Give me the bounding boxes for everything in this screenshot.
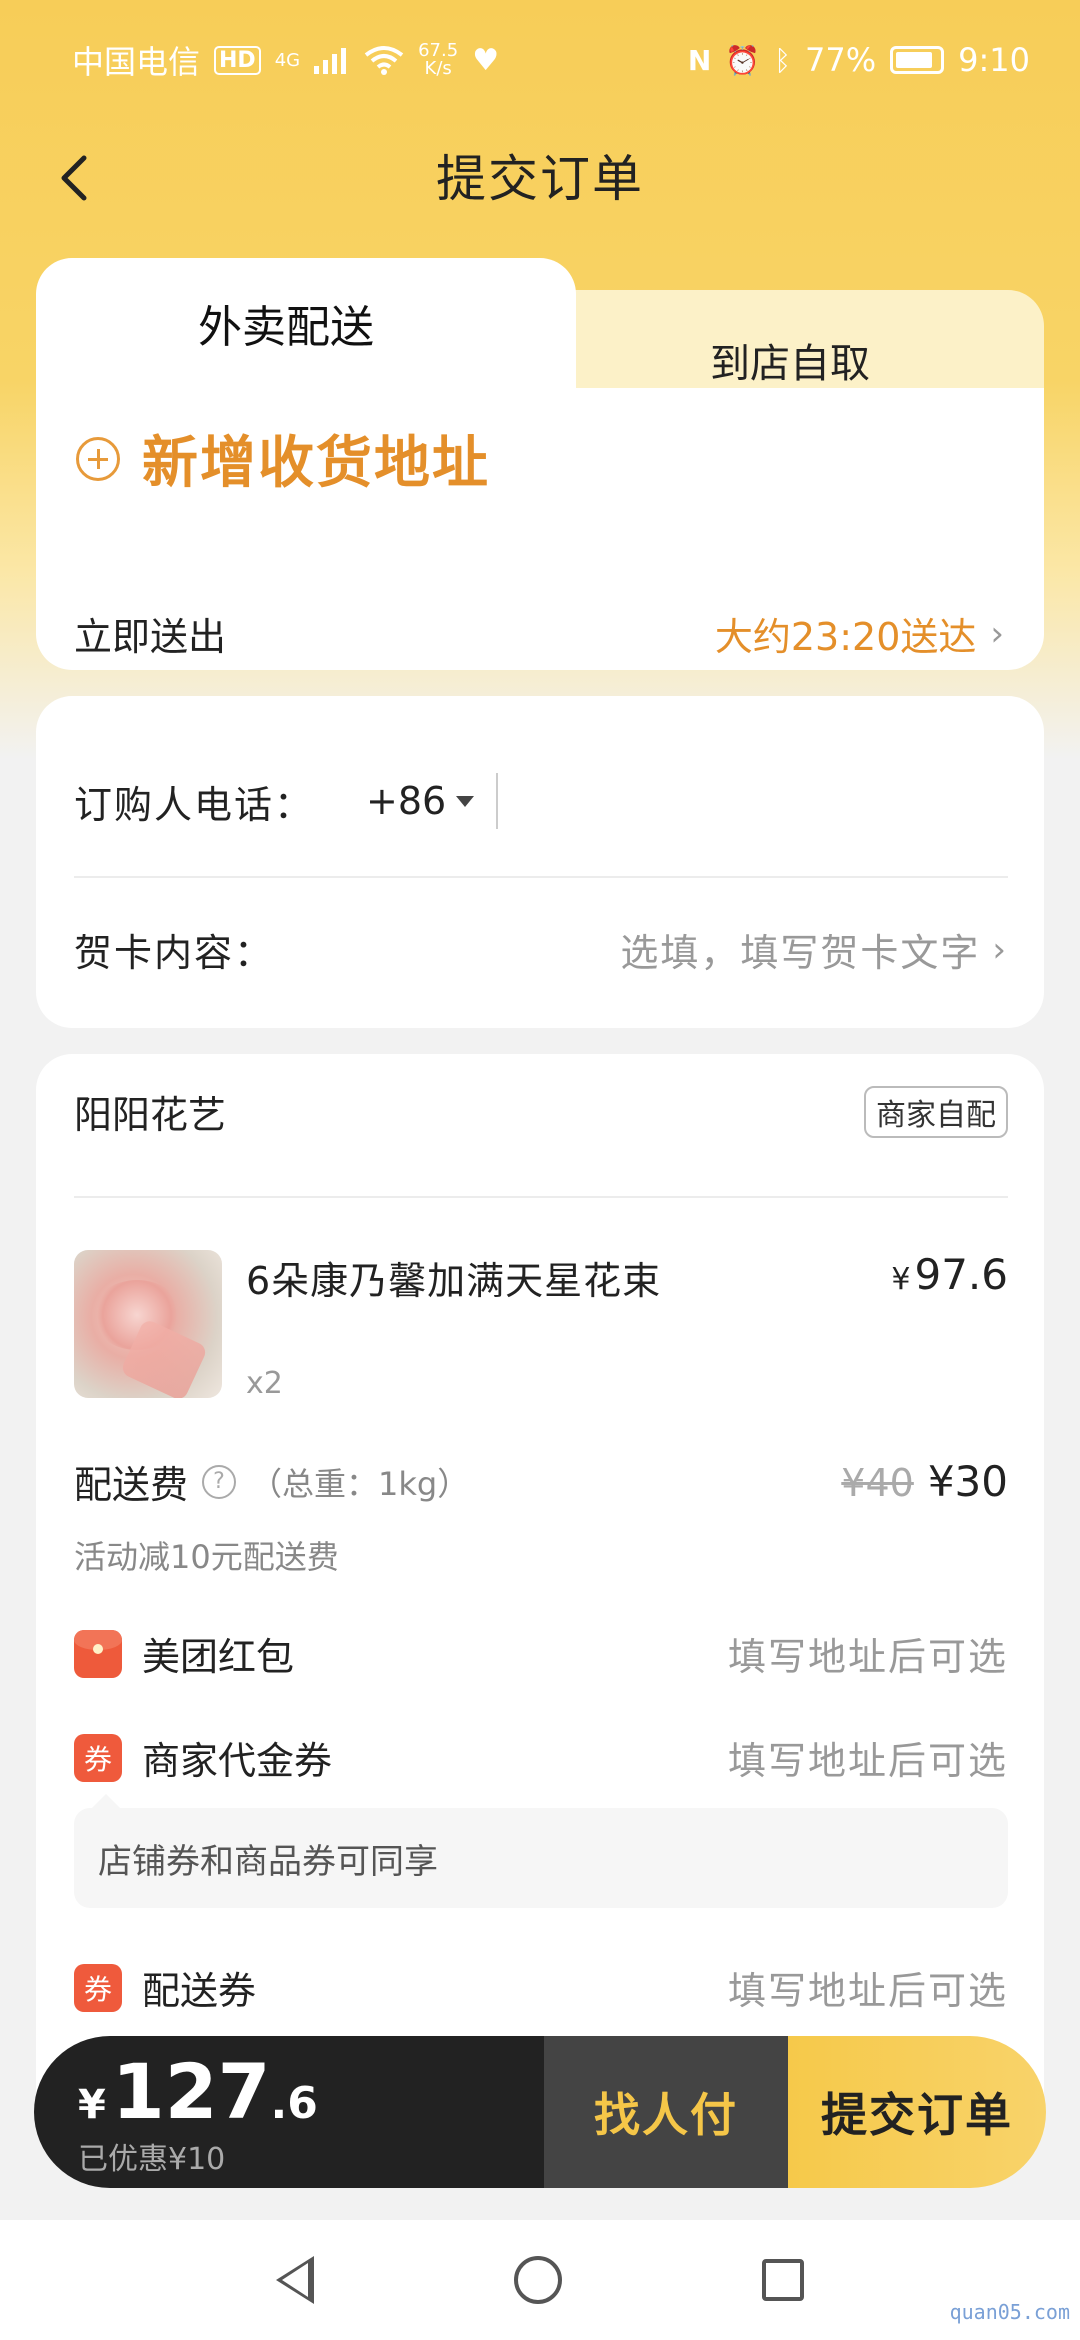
alarm-icon: ⏰ bbox=[725, 43, 761, 77]
status-right: N ⏰ ᛒ 77% 9:10 bbox=[688, 41, 1030, 79]
page-title: 提交订单 bbox=[436, 150, 644, 208]
product-name: 6朵康乃馨加满天星花束 bbox=[246, 1259, 662, 1303]
chevron-right-icon: › bbox=[990, 613, 1004, 654]
add-address-button[interactable]: 新增收货地址 bbox=[76, 418, 490, 499]
discount-summary: 已优惠¥10 bbox=[78, 2142, 226, 2177]
delivery-fee-note: 活动减10元配送费 bbox=[74, 1538, 339, 1576]
checkout-bar: ¥ 127 .6 已优惠¥10 找人付 提交订单 bbox=[34, 2036, 1046, 2188]
product-image[interactable] bbox=[74, 1250, 222, 1398]
nfc-icon: N bbox=[687, 43, 712, 77]
fee-current-price: ¥30 bbox=[927, 1457, 1008, 1506]
card-label: 贺卡内容： bbox=[74, 931, 275, 975]
total-currency: ¥ bbox=[78, 2082, 106, 2128]
total-area: ¥ 127 .6 已优惠¥10 bbox=[34, 2036, 544, 2188]
total-integer: 127 bbox=[111, 2047, 271, 2136]
coupon-label: 配送券 bbox=[142, 1969, 257, 2013]
speed-unit: K/s bbox=[424, 58, 452, 79]
delivery-fee-weight: （总重：1kg） bbox=[250, 1464, 470, 1503]
battery-percent: 77% bbox=[805, 41, 877, 79]
delivery-card: 到店自取 外卖配送 新增收货地址 立即送出 大约23:20送达 › bbox=[36, 258, 1044, 670]
nav-home-icon[interactable] bbox=[514, 2256, 562, 2304]
help-icon[interactable]: ? bbox=[202, 1464, 237, 1499]
chevron-right-icon: › bbox=[992, 929, 1008, 970]
phone-label: 订购人电话： bbox=[74, 782, 315, 827]
nav-recents-icon[interactable] bbox=[762, 2259, 804, 2301]
order-card: 阳阳花艺 商家自配 6朵康乃馨加满天星花束 x2 ¥97.6 配送费 ? （总重… bbox=[36, 1054, 1044, 2094]
shop-header: 阳阳花艺 商家自配 bbox=[74, 1084, 1008, 1139]
greeting-card-row[interactable]: 贺卡内容： 选填，填写贺卡文字 › bbox=[74, 922, 1008, 977]
coupon-status: 填写地址后可选 bbox=[727, 1635, 1008, 1679]
coupon-status: 填写地址后可选 bbox=[727, 1739, 1008, 1783]
coupon-row-shop-voucher[interactable]: 券 商家代金券 填写地址后可选 bbox=[74, 1730, 1008, 1785]
phone-row: 订购人电话： +86 bbox=[74, 756, 1008, 846]
clock: 9:10 bbox=[958, 41, 1030, 79]
total-decimal: .6 bbox=[270, 2078, 318, 2129]
battery-icon bbox=[890, 46, 945, 74]
signal-bars-icon bbox=[314, 48, 347, 74]
status-bar: 中国电信 HD 4G 67.5 K/s ♥ N ⏰ ᛒ 77% 9:10 bbox=[0, 0, 1080, 120]
delivery-fee-price: ¥40 ¥30 bbox=[841, 1457, 1008, 1506]
coupon-label: 商家代金券 bbox=[142, 1739, 333, 1783]
wifi-icon bbox=[364, 46, 404, 75]
carrier-label: 中国电信 bbox=[72, 43, 201, 81]
add-address-label: 新增收货地址 bbox=[142, 431, 490, 496]
price-value: 97.6 bbox=[914, 1250, 1008, 1299]
tab-pickup-label: 到店自取 bbox=[710, 341, 870, 387]
tab-delivery-label: 外卖配送 bbox=[198, 302, 374, 353]
delivery-fee-left: 配送费 ? （总重：1kg） bbox=[74, 1454, 469, 1509]
caret-down-icon bbox=[456, 795, 475, 807]
contact-card: 订购人电话： +86 贺卡内容： 选填，填写贺卡文字 › bbox=[36, 696, 1044, 1028]
eta-text: 大约23:20送达 bbox=[714, 615, 977, 659]
deliver-now-label: 立即送出 bbox=[74, 615, 227, 659]
delivery-fee-label: 配送费 bbox=[74, 1463, 189, 1507]
product-quantity: x2 bbox=[246, 1366, 283, 1401]
coupon-left: 美团红包 bbox=[74, 1626, 294, 1681]
price-currency: ¥ bbox=[891, 1262, 911, 1297]
plus-circle-icon bbox=[76, 436, 120, 481]
tab-delivery[interactable]: 外卖配送 bbox=[36, 258, 576, 408]
country-code-select[interactable]: +86 bbox=[366, 779, 475, 823]
shop-delivery-badge: 商家自配 bbox=[864, 1085, 1008, 1138]
app-header: 提交订单 bbox=[0, 130, 1080, 220]
country-code-value: +86 bbox=[366, 779, 447, 823]
delivery-body: 新增收货地址 立即送出 大约23:20送达 › bbox=[36, 388, 1044, 670]
phone-input[interactable] bbox=[498, 766, 1008, 836]
eta-value: 大约23:20送达 › bbox=[715, 606, 1004, 661]
watermark: quan05.com bbox=[949, 2300, 1070, 2324]
product-price: ¥97.6 bbox=[891, 1250, 1008, 1299]
chevron-left-icon bbox=[61, 155, 87, 201]
coupon-label: 美团红包 bbox=[142, 1635, 295, 1679]
find-payer-button[interactable]: 找人付 bbox=[544, 2036, 788, 2188]
divider bbox=[74, 1196, 1008, 1198]
heart-icon: ♥ bbox=[472, 42, 500, 78]
submit-order-button[interactable]: 提交订单 bbox=[788, 2036, 1046, 2188]
total-price: ¥ 127 .6 bbox=[78, 2050, 544, 2134]
coupon-status: 填写地址后可选 bbox=[727, 1969, 1008, 2013]
network-speed: 67.5 K/s bbox=[418, 42, 458, 78]
delivery-time-row[interactable]: 立即送出 大约23:20送达 › bbox=[74, 606, 1004, 661]
coupon-tip: 店铺券和商品券可同享 bbox=[74, 1794, 1008, 1908]
status-left: 中国电信 HD 4G 67.5 K/s ♥ bbox=[72, 37, 499, 83]
nav-back-icon[interactable] bbox=[276, 2256, 314, 2304]
red-packet-icon bbox=[74, 1629, 122, 1678]
card-placeholder: 选填，填写贺卡文字 › bbox=[620, 922, 1008, 977]
shop-name: 阳阳花艺 bbox=[74, 1093, 227, 1137]
coupon-icon: 券 bbox=[74, 1733, 122, 1782]
bluetooth-icon: ᛒ bbox=[774, 43, 792, 77]
delivery-fee-row: 配送费 ? （总重：1kg） ¥40 ¥30 bbox=[74, 1454, 1008, 1509]
coupon-left: 券 配送券 bbox=[74, 1960, 256, 2015]
card-placeholder-text: 选填，填写贺卡文字 bbox=[620, 931, 981, 975]
coupon-left: 券 商家代金券 bbox=[74, 1730, 332, 1785]
system-nav-bar bbox=[0, 2220, 1080, 2340]
divider bbox=[74, 876, 1008, 878]
back-button[interactable] bbox=[48, 148, 98, 208]
coupon-row-delivery[interactable]: 券 配送券 填写地址后可选 bbox=[74, 1960, 1008, 2015]
coupon-icon: 券 bbox=[74, 1963, 122, 2012]
fee-original-price: ¥40 bbox=[841, 1461, 914, 1505]
coupon-row-red-packet[interactable]: 美团红包 填写地址后可选 bbox=[74, 1626, 1008, 1681]
hd-badge: HD bbox=[214, 45, 261, 75]
signal-icon: 4G bbox=[274, 49, 301, 71]
